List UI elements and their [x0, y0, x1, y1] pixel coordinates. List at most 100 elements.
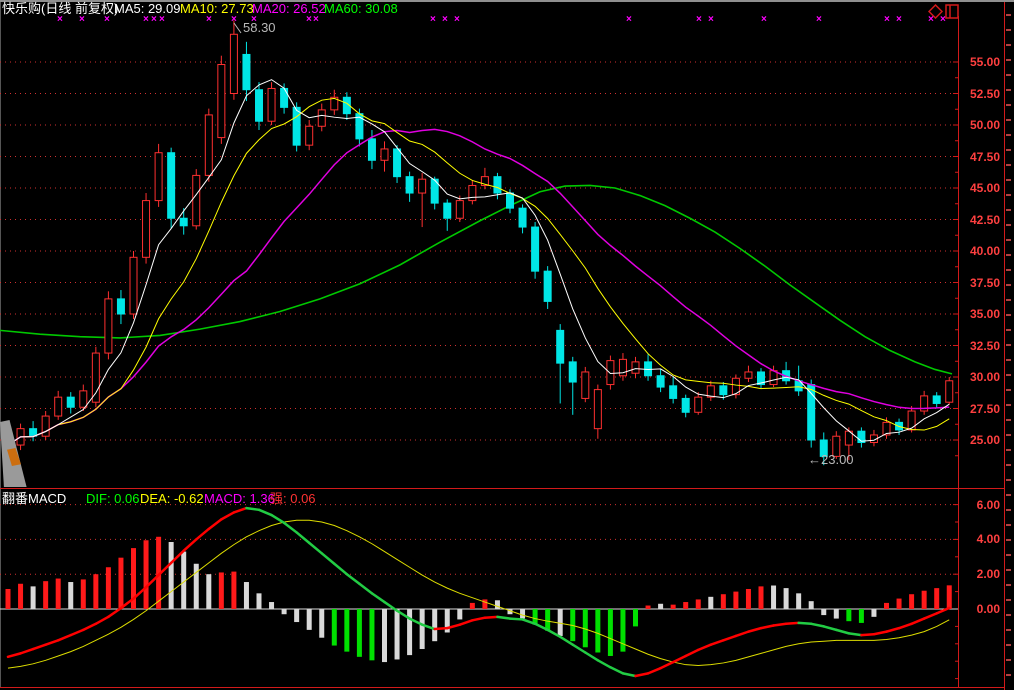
strip-mark	[1006, 254, 1011, 256]
strip-mark	[1006, 584, 1011, 586]
strip-mark	[1006, 404, 1011, 406]
strip-mark	[1006, 524, 1011, 526]
signal-x-mark: ×	[231, 15, 237, 25]
strip-mark	[1006, 479, 1011, 481]
signal-x-mark: ×	[884, 15, 890, 25]
strip-mark	[1006, 434, 1011, 436]
strip-mark	[1006, 539, 1011, 541]
strip-mark	[1006, 14, 1011, 16]
signal-x-mark: ×	[159, 15, 165, 25]
trough-price-label: ←23.00	[808, 453, 854, 467]
signal-x-mark: ×	[816, 15, 822, 25]
strip-mark	[1006, 569, 1011, 571]
candles	[5, 20, 953, 465]
signal-x-mark: ×	[306, 15, 312, 25]
strip-border	[1004, 2, 1005, 690]
strip-mark	[1006, 224, 1011, 226]
strip-mark	[1006, 674, 1011, 676]
strip-mark	[1006, 179, 1011, 181]
price-tick-label: 55.00	[956, 55, 1000, 69]
strip-mark	[1006, 29, 1011, 31]
panel-divider	[0, 488, 1014, 489]
signal-x-mark: ×	[251, 15, 257, 25]
price-tick-label: 37.50	[956, 276, 1000, 290]
strip-mark	[1006, 239, 1011, 241]
price-tick-label: 25.00	[956, 433, 1000, 447]
signal-x-mark: ×	[313, 15, 319, 25]
price-tick-label: 27.50	[956, 402, 1000, 416]
strip-mark	[1006, 464, 1011, 466]
signal-x-mark: ×	[928, 15, 934, 25]
chart-canvas[interactable]	[0, 0, 1014, 690]
strip-mark	[1006, 269, 1011, 271]
price-tick-label: 30.00	[956, 370, 1000, 384]
price-tick-label: 47.50	[956, 150, 1000, 164]
right-side-strip[interactable]	[1004, 2, 1014, 690]
signal-x-mark: ×	[143, 15, 149, 25]
strip-mark	[1006, 119, 1011, 121]
strip-mark	[1006, 59, 1011, 61]
signal-x-mark: ×	[206, 15, 212, 25]
signal-x-mark: ×	[626, 15, 632, 25]
strip-mark	[1006, 629, 1011, 631]
macd-tick-label: 2.00	[956, 567, 1000, 581]
strip-mark	[1006, 449, 1011, 451]
signal-x-mark: ×	[151, 15, 157, 25]
signal-x-mark: ×	[104, 15, 110, 25]
strip-mark	[1006, 494, 1011, 496]
macd-tick-label: 6.00	[956, 498, 1000, 512]
signal-x-mark: ×	[454, 15, 460, 25]
strip-mark	[1006, 209, 1011, 211]
dea-line	[8, 520, 949, 668]
price-tick-label: 52.50	[956, 87, 1000, 101]
signal-x-mark: ×	[442, 15, 448, 25]
dif-value: DIF: 0.06	[86, 492, 139, 506]
macd-indicator-name: 翻番MACD	[2, 492, 66, 506]
macd-value: MACD: 1.36	[204, 492, 275, 506]
strip-mark	[1006, 644, 1011, 646]
strip-mark	[1006, 299, 1011, 301]
dif-line	[8, 508, 949, 676]
signal-x-mark: ×	[761, 15, 767, 25]
strip-mark	[1006, 164, 1011, 166]
strip-mark	[1006, 314, 1011, 316]
strip-mark	[1006, 374, 1011, 376]
signal-x-mark: ×	[430, 15, 436, 25]
signal-x-mark: ×	[57, 15, 63, 25]
signal-x-mark: ×	[708, 15, 714, 25]
strip-mark	[1006, 149, 1011, 151]
price-tick-label: 45.00	[956, 181, 1000, 195]
strip-mark	[1006, 134, 1011, 136]
signal-x-mark: ×	[940, 15, 946, 25]
strip-mark	[1006, 44, 1011, 46]
strip-mark	[1006, 104, 1011, 106]
strip-mark	[1006, 389, 1011, 391]
strip-mark	[1006, 344, 1011, 346]
price-tick-label: 42.50	[956, 213, 1000, 227]
signal-x-mark: ×	[896, 15, 902, 25]
ma5-line	[8, 80, 949, 445]
strip-mark	[1006, 194, 1011, 196]
strip-mark	[1006, 329, 1011, 331]
strip-mark	[1006, 659, 1011, 661]
strip-mark	[1006, 509, 1011, 511]
strip-mark	[1006, 284, 1011, 286]
macd-tick-label: 0.00	[956, 602, 1000, 616]
strength-value: 强: 0.06	[270, 492, 316, 506]
strip-mark	[1006, 614, 1011, 616]
strip-mark	[1006, 89, 1011, 91]
strip-mark	[1006, 74, 1011, 76]
signal-x-mark: ×	[79, 15, 85, 25]
stock-chart-window: 快乐购(日线 前复权) MA5: 29.09 MA10: 27.73 MA20:…	[0, 0, 1014, 690]
strip-mark	[1006, 599, 1011, 601]
strip-mark	[1006, 419, 1011, 421]
signal-x-mark: ×	[696, 15, 702, 25]
dea-value: DEA: -0.62	[140, 492, 204, 506]
peak-price-label: 58.30	[243, 21, 276, 35]
price-tick-label: 40.00	[956, 244, 1000, 258]
price-tick-label: 32.50	[956, 339, 1000, 353]
strip-mark	[1006, 554, 1011, 556]
strip-mark	[1006, 359, 1011, 361]
price-tick-label: 35.00	[956, 307, 1000, 321]
macd-tick-label: 4.00	[956, 532, 1000, 546]
